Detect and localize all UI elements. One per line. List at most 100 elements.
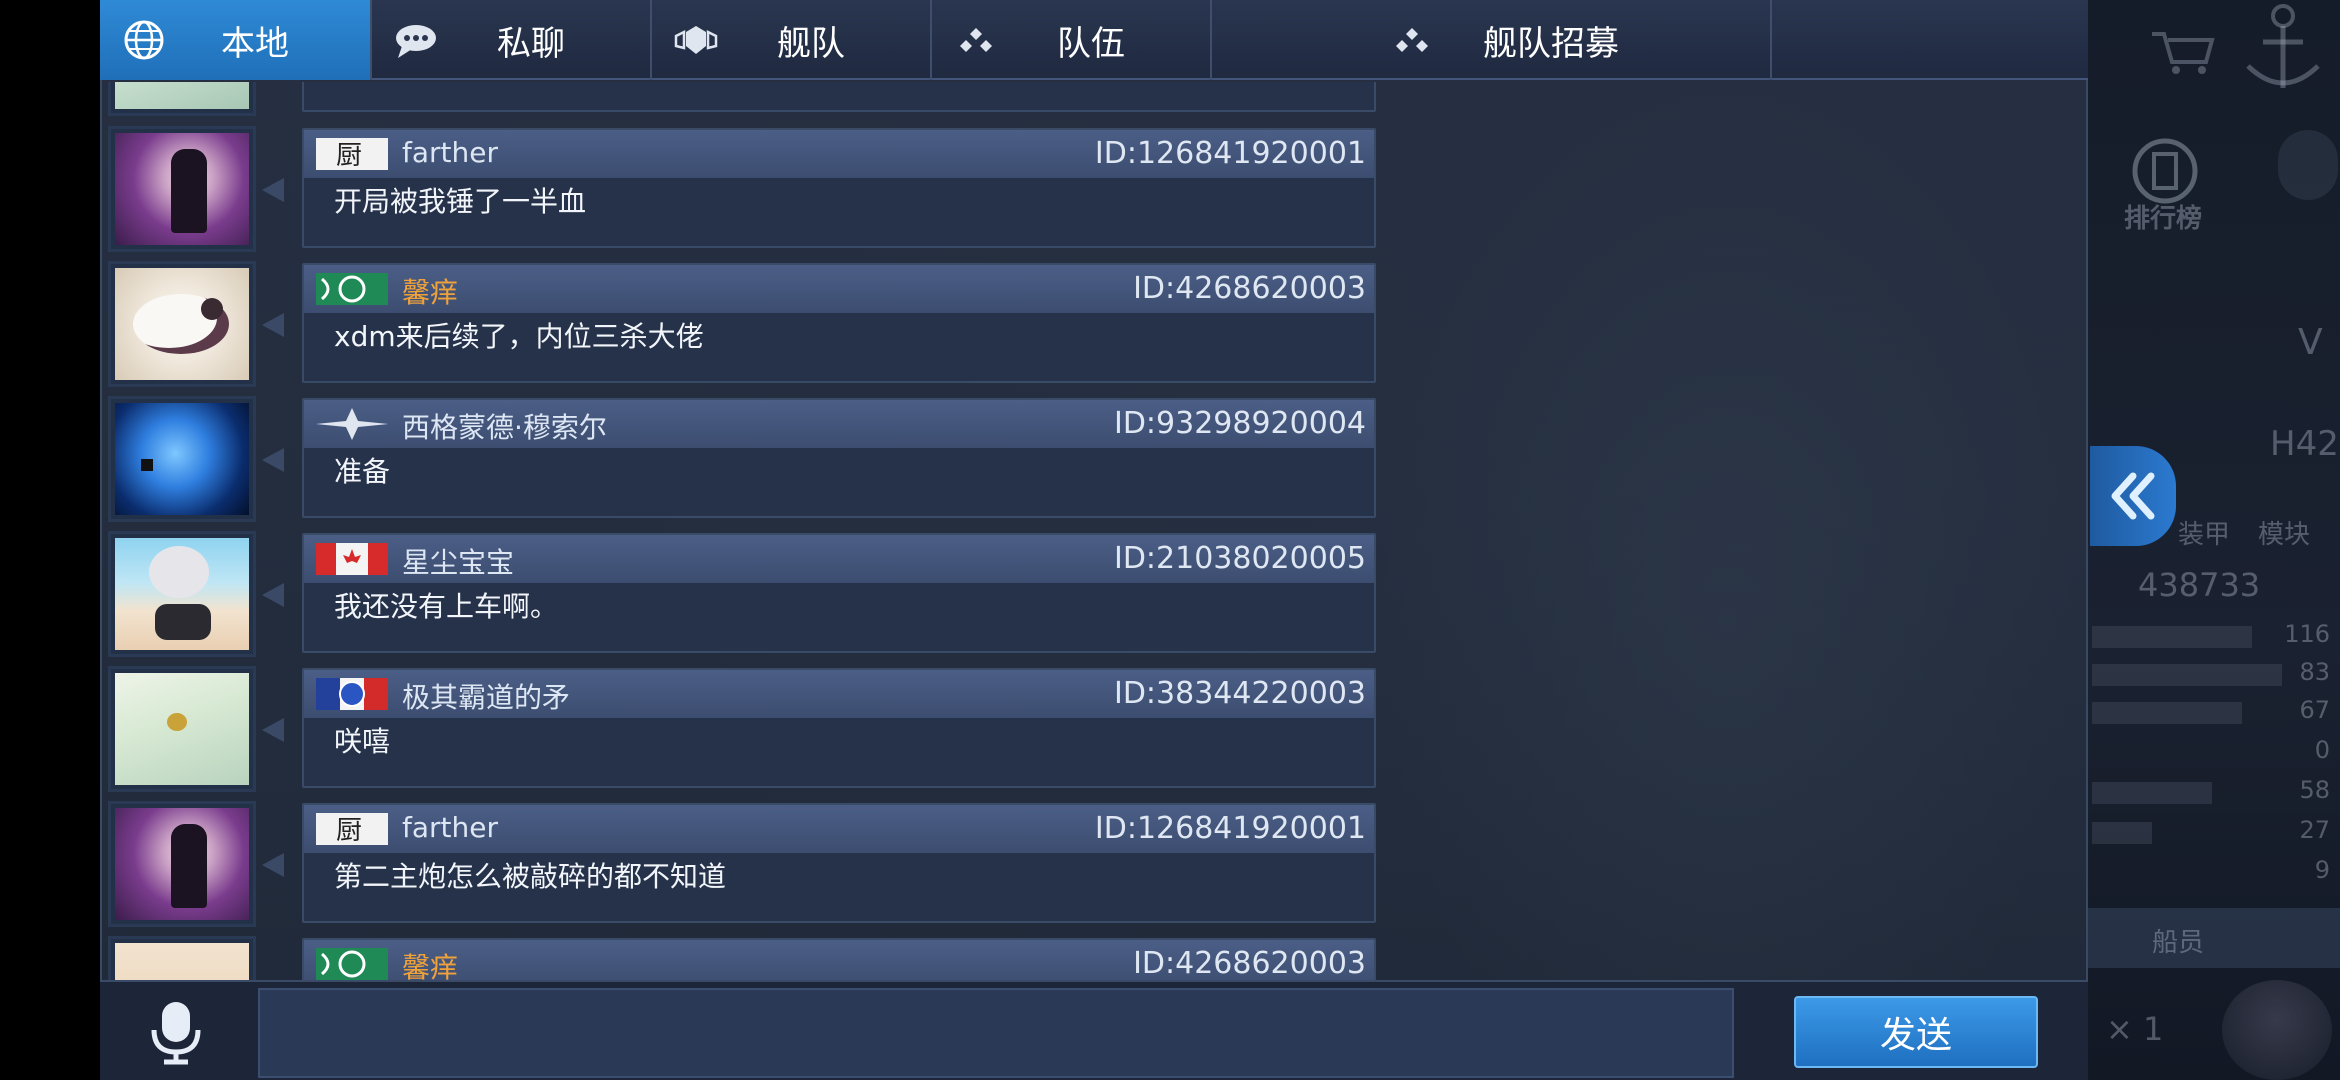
tab-label: 私聊 xyxy=(497,23,565,64)
avatar[interactable] xyxy=(108,82,256,116)
bubble-pointer xyxy=(262,313,284,337)
tab-team[interactable]: 队伍 xyxy=(932,0,1212,80)
team-dots-icon xyxy=(1396,28,1428,52)
username[interactable]: 馨痒 xyxy=(402,946,458,980)
tab-local[interactable]: 本地 xyxy=(100,0,372,80)
user-id: ID:21038020005 xyxy=(1113,541,1366,576)
stat-row: 83 xyxy=(2088,658,2340,688)
power-value: 438733 xyxy=(2138,566,2261,604)
bubble-pointer xyxy=(262,448,284,472)
username[interactable]: farther xyxy=(402,811,498,844)
multiplier-label: × 1 xyxy=(2106,1010,2164,1048)
bubble-pointer xyxy=(262,178,284,202)
avatar[interactable] xyxy=(108,666,256,792)
stat-row: 116 xyxy=(2088,620,2340,650)
stat-row: 58 xyxy=(2088,776,2340,806)
user-id: ID:4268620003 xyxy=(1133,946,1366,980)
ship-code: H42 xyxy=(2270,424,2339,464)
stat-value: 27 xyxy=(2299,816,2330,844)
bubble-pointer xyxy=(262,718,284,742)
tab-private-chat[interactable]: 私聊 xyxy=(372,0,652,80)
message-bubble: 厨 farther ID:126841920001 开局被我锤了一半血 xyxy=(302,128,1376,248)
list-item: 星尘宝宝 ID:21038020005 我还没有上车啊。 xyxy=(100,531,1380,659)
username[interactable]: farther xyxy=(402,136,498,169)
username[interactable]: 西格蒙德·穆索尔 xyxy=(402,406,607,446)
bubble-header: 星尘宝宝 ID:21038020005 xyxy=(304,535,1374,583)
cart-icon[interactable] xyxy=(2148,28,2218,78)
tab-fleet-recruit[interactable]: 舰队招募 xyxy=(1212,0,1772,80)
double-chevron-left-icon xyxy=(2111,472,2155,520)
stat-value: 67 xyxy=(2299,696,2330,724)
list-item: 厨 farther ID:126841920001 开局被我锤了一半血 xyxy=(100,126,1380,254)
message-input[interactable] xyxy=(258,988,1734,1078)
stat-row: 27 xyxy=(2088,816,2340,846)
avatar[interactable] xyxy=(108,261,256,387)
crew-button[interactable]: 船员 xyxy=(2088,908,2340,968)
crew-label: 船员 xyxy=(2152,928,2205,958)
tab-label: 舰队招募 xyxy=(1483,23,1619,64)
message-bubble: 厨 farther ID:126841920001 第二主炮怎么被敲碎的都不知道 xyxy=(302,803,1376,923)
tab-fleet[interactable]: 舰队 xyxy=(652,0,932,80)
send-button[interactable]: 发送 xyxy=(1794,996,2038,1068)
bubble-header: 厨 farther ID:126841920001 xyxy=(304,130,1374,178)
avatar[interactable] xyxy=(108,801,256,927)
avatar[interactable] xyxy=(108,126,256,252)
stat-value: 58 xyxy=(2299,776,2330,804)
tab-label: 舰队 xyxy=(777,23,845,64)
leaderboard-icon[interactable] xyxy=(2130,136,2200,206)
leaderboard-label[interactable]: 排行榜 xyxy=(2124,198,2202,235)
user-id: ID:93298920004 xyxy=(1113,406,1366,441)
green-emblem-flag-icon xyxy=(316,273,388,305)
french-emblem-flag-icon xyxy=(316,678,388,710)
user-id: ID:126841920001 xyxy=(1094,136,1366,171)
bubble-header: 馨痒 ID:4268620003 xyxy=(304,265,1374,313)
message-bubble xyxy=(302,82,1376,112)
stat-value: 0 xyxy=(2314,736,2330,764)
bubble-pointer xyxy=(262,853,284,877)
avatar[interactable] xyxy=(108,936,256,980)
svg-text:厨: 厨 xyxy=(336,816,362,846)
left-letterbox xyxy=(0,0,100,1080)
next-arrow-icon[interactable] xyxy=(2278,130,2338,200)
message-list[interactable]: 厨 farther ID:126841920001 开局被我锤了一半血 馨痒 I… xyxy=(100,82,1380,980)
chat-tabs: 本地 私聊 舰队 队伍 舰队招募 xyxy=(100,0,2088,80)
message-text: 第二主炮怎么被敲碎的都不知道 xyxy=(334,860,727,893)
list-item xyxy=(100,82,1380,118)
avatar[interactable] xyxy=(108,531,256,657)
list-item: 极其霸道的矛 ID:38344220003 咲嘻 xyxy=(100,666,1380,794)
bubble-pointer xyxy=(262,583,284,607)
microphone-icon[interactable] xyxy=(140,996,212,1068)
stat-row: 67 xyxy=(2088,696,2340,726)
stat-value: 83 xyxy=(2299,658,2330,686)
captain-portrait[interactable] xyxy=(2222,980,2332,1080)
kitchen-flag-icon: 厨 xyxy=(316,813,388,846)
tab-label: 本地 xyxy=(221,23,289,64)
star-flag-icon xyxy=(316,408,388,440)
globe-icon xyxy=(124,20,164,60)
username[interactable]: 极其霸道的矛 xyxy=(402,676,570,716)
message-bubble: 星尘宝宝 ID:21038020005 我还没有上车啊。 xyxy=(302,533,1376,653)
message-bubble: 极其霸道的矛 ID:38344220003 咲嘻 xyxy=(302,668,1376,788)
kitchen-flag-icon: 厨 xyxy=(316,138,388,171)
list-item: 馨痒 ID:4268620003 xyxy=(100,936,1380,980)
stat-value: 9 xyxy=(2314,856,2330,884)
username[interactable]: 星尘宝宝 xyxy=(402,541,514,581)
message-text: 我还没有上车啊。 xyxy=(334,590,559,623)
tab-label: 队伍 xyxy=(1057,23,1125,64)
bubble-header: 西格蒙德·穆索尔 ID:93298920004 xyxy=(304,400,1374,448)
username[interactable]: 馨痒 xyxy=(402,271,458,311)
collapse-panel-button[interactable] xyxy=(2090,446,2176,546)
message-text: 准备 xyxy=(334,455,391,488)
anchor-icon[interactable] xyxy=(2238,0,2328,100)
list-item: 厨 farther ID:126841920001 第二主炮怎么被敲碎的都不知道 xyxy=(100,801,1380,929)
message-bubble: 馨痒 ID:4268620003 xyxy=(302,938,1376,980)
message-bubble: 馨痒 ID:4268620003 xdm来后续了，内位三杀大佬 xyxy=(302,263,1376,383)
chat-bubble-icon xyxy=(396,25,436,58)
user-id: ID:4268620003 xyxy=(1133,271,1366,306)
armor-tab[interactable]: 装甲 xyxy=(2178,514,2230,551)
avatar[interactable] xyxy=(108,396,256,522)
chat-input-bar: 发送 xyxy=(100,980,2088,1080)
user-id: ID:38344220003 xyxy=(1113,676,1366,711)
module-tab[interactable]: 模块 xyxy=(2258,514,2310,551)
green-emblem-flag-icon xyxy=(316,948,388,980)
